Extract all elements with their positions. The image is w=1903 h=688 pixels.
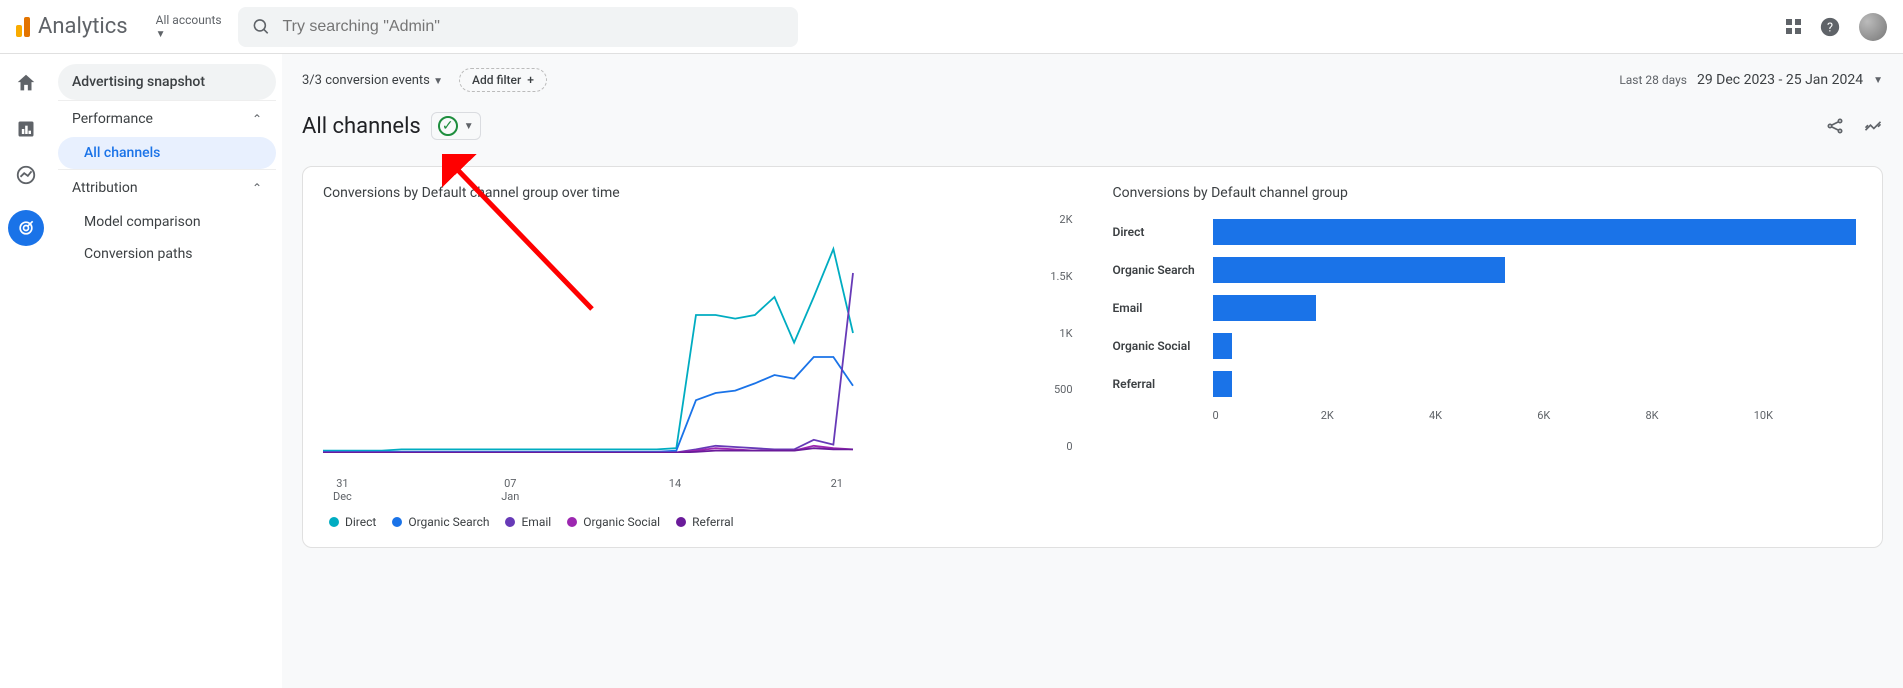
brand-name: Analytics	[38, 14, 128, 39]
chevron-down-icon: ▼	[464, 121, 474, 132]
line-chart-y-axis: 2K1.5K1K5000	[1050, 213, 1072, 453]
bar-label: Email	[1113, 301, 1213, 315]
sidebar-section-label: Performance	[72, 111, 153, 127]
status-dropdown[interactable]: ✓ ▼	[431, 112, 481, 140]
legend-dot-icon	[392, 517, 402, 527]
bar-label: Organic Search	[1113, 263, 1213, 277]
legend-item[interactable]: Direct	[329, 515, 376, 529]
bar-chart-title: Conversions by Default channel group	[1113, 185, 1863, 201]
legend-dot-icon	[505, 517, 515, 527]
page-title: All channels	[302, 114, 421, 139]
legend-item[interactable]: Referral	[676, 515, 734, 529]
svg-text:?: ?	[1827, 20, 1833, 35]
date-range-label: Last 28 days	[1619, 73, 1687, 87]
legend-label: Email	[521, 515, 551, 529]
chevron-up-icon: ⌃	[252, 112, 262, 126]
legend-label: Direct	[345, 515, 376, 529]
title-bar: All channels ✓ ▼	[282, 106, 1903, 154]
sidebar-item-all-channels[interactable]: All channels	[58, 137, 276, 169]
search-input[interactable]	[282, 18, 783, 36]
advertising-icon[interactable]	[8, 210, 44, 246]
bar-row: Referral	[1113, 365, 1863, 403]
legend-item[interactable]: Email	[505, 515, 551, 529]
line-chart	[323, 213, 883, 453]
chevron-up-icon: ⌃	[252, 181, 262, 195]
insights-icon[interactable]	[1863, 116, 1883, 136]
bar-fill	[1213, 257, 1505, 283]
bar-label: Organic Social	[1113, 339, 1213, 353]
sidebar-section-performance[interactable]: Performance ⌃	[58, 100, 276, 137]
reports-icon[interactable]	[15, 118, 37, 140]
nav-rail	[0, 54, 52, 688]
legend-label: Referral	[692, 515, 734, 529]
legend-label: Organic Social	[583, 515, 660, 529]
bar-fill	[1213, 371, 1232, 397]
bar-row: Organic Social	[1113, 327, 1863, 365]
bar-chart-x-axis: 02K4K6K8K10K	[1213, 409, 1863, 422]
check-circle-icon: ✓	[438, 116, 458, 136]
legend-dot-icon	[567, 517, 577, 527]
add-filter-button[interactable]: Add filter +	[459, 68, 547, 92]
sidebar-section-label: Attribution	[72, 180, 138, 196]
logo-block[interactable]: Analytics	[16, 14, 128, 39]
chevron-down-icon: ▼	[156, 29, 222, 40]
bar-fill	[1213, 219, 1856, 245]
share-icon[interactable]	[1825, 116, 1845, 136]
bar-chart: Direct Organic Search Email Organic Social R…	[1113, 213, 1863, 403]
bar-row: Email	[1113, 289, 1863, 327]
chevron-down-icon: ▼	[433, 76, 443, 87]
sidebar-item-advertising-snapshot[interactable]: Advertising snapshot	[58, 64, 276, 100]
bar-chart-panel: Conversions by Default channel group Dir…	[1113, 185, 1863, 529]
legend-item[interactable]: Organic Search	[392, 515, 489, 529]
conversion-events-dropdown[interactable]: 3/3 conversion events ▼	[302, 73, 443, 88]
line-chart-title: Conversions by Default channel group ove…	[323, 185, 1073, 201]
sidebar: Advertising snapshot Performance ⌃ All c…	[52, 54, 282, 688]
legend-dot-icon	[329, 517, 339, 527]
explore-icon[interactable]	[15, 164, 37, 186]
line-chart-legend: Direct Organic Search Email Organic Social R…	[323, 515, 1073, 529]
line-chart-panel: Conversions by Default channel group ove…	[323, 185, 1073, 529]
bar-label: Referral	[1113, 377, 1213, 391]
help-icon[interactable]: ?	[1819, 16, 1841, 38]
date-range-picker[interactable]: Last 28 days 29 Dec 2023 - 25 Jan 2024 ▼	[1619, 72, 1883, 88]
date-range-value: 29 Dec 2023 - 25 Jan 2024	[1697, 72, 1863, 88]
apps-icon[interactable]	[1786, 19, 1801, 34]
account-picker[interactable]: All accounts ▼	[156, 13, 222, 40]
bar-fill	[1213, 295, 1317, 321]
filter-bar: 3/3 conversion events ▼ Add filter + Las…	[282, 54, 1903, 106]
sidebar-item-model-comparison[interactable]: Model comparison	[58, 206, 276, 238]
plus-icon: +	[527, 73, 534, 87]
chart-card: Conversions by Default channel group ove…	[302, 166, 1883, 548]
chevron-down-icon: ▼	[1873, 75, 1883, 86]
bar-row: Organic Search	[1113, 251, 1863, 289]
avatar[interactable]	[1859, 13, 1887, 41]
topbar: Analytics All accounts ▼ ?	[0, 0, 1903, 54]
legend-dot-icon	[676, 517, 686, 527]
account-label: All accounts	[156, 13, 222, 27]
home-icon[interactable]	[15, 72, 37, 94]
legend-item[interactable]: Organic Social	[567, 515, 660, 529]
search-bar[interactable]	[238, 7, 798, 47]
sidebar-item-conversion-paths[interactable]: Conversion paths	[58, 238, 276, 270]
line-chart-x-axis: 31 Dec07 Jan1421	[323, 473, 883, 503]
search-icon	[252, 17, 271, 37]
bar-fill	[1213, 333, 1232, 359]
content-area: 3/3 conversion events ▼ Add filter + Las…	[282, 54, 1903, 688]
analytics-logo-icon	[16, 17, 30, 37]
bar-label: Direct	[1113, 225, 1213, 239]
bar-row: Direct	[1113, 213, 1863, 251]
topbar-actions: ?	[1786, 13, 1887, 41]
sidebar-section-attribution[interactable]: Attribution ⌃	[58, 169, 276, 206]
legend-label: Organic Search	[408, 515, 489, 529]
